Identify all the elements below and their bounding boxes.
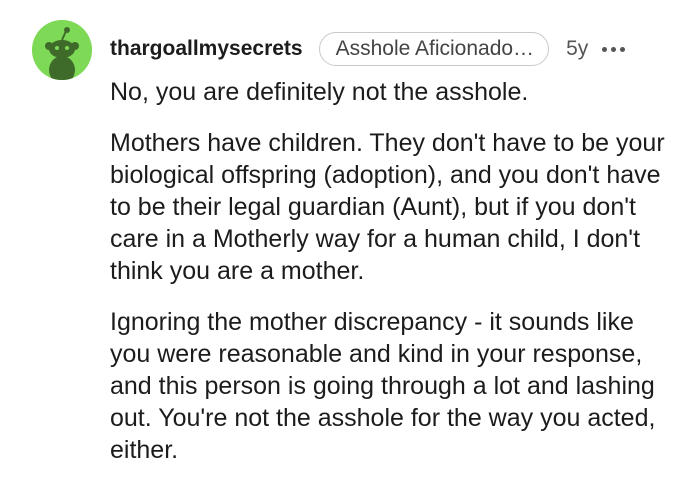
- comment-header: thargoallmysecrets Asshole Aficionado… 5…: [110, 30, 626, 68]
- username[interactable]: thargoallmysecrets: [110, 37, 303, 61]
- snoo-avatar-icon: [32, 20, 92, 80]
- comment-paragraph: Ignoring the mother discrepancy - it sou…: [110, 308, 656, 464]
- more-options-icon[interactable]: [602, 39, 626, 59]
- more-dot: [602, 46, 608, 52]
- comment-paragraph: No, you are definitely not the asshole.: [110, 78, 529, 106]
- comment: thargoallmysecrets Asshole Aficionado… 5…: [0, 0, 700, 490]
- user-flair[interactable]: Asshole Aficionado…: [318, 32, 550, 66]
- avatar[interactable]: [32, 20, 92, 80]
- comment-paragraph: Mothers have children. They don't have t…: [110, 129, 665, 285]
- more-dot: [620, 46, 626, 52]
- comment-body: No, you are definitely not the asshole. …: [110, 76, 670, 466]
- more-dot: [611, 46, 617, 52]
- comment-age: 5y: [566, 37, 589, 60]
